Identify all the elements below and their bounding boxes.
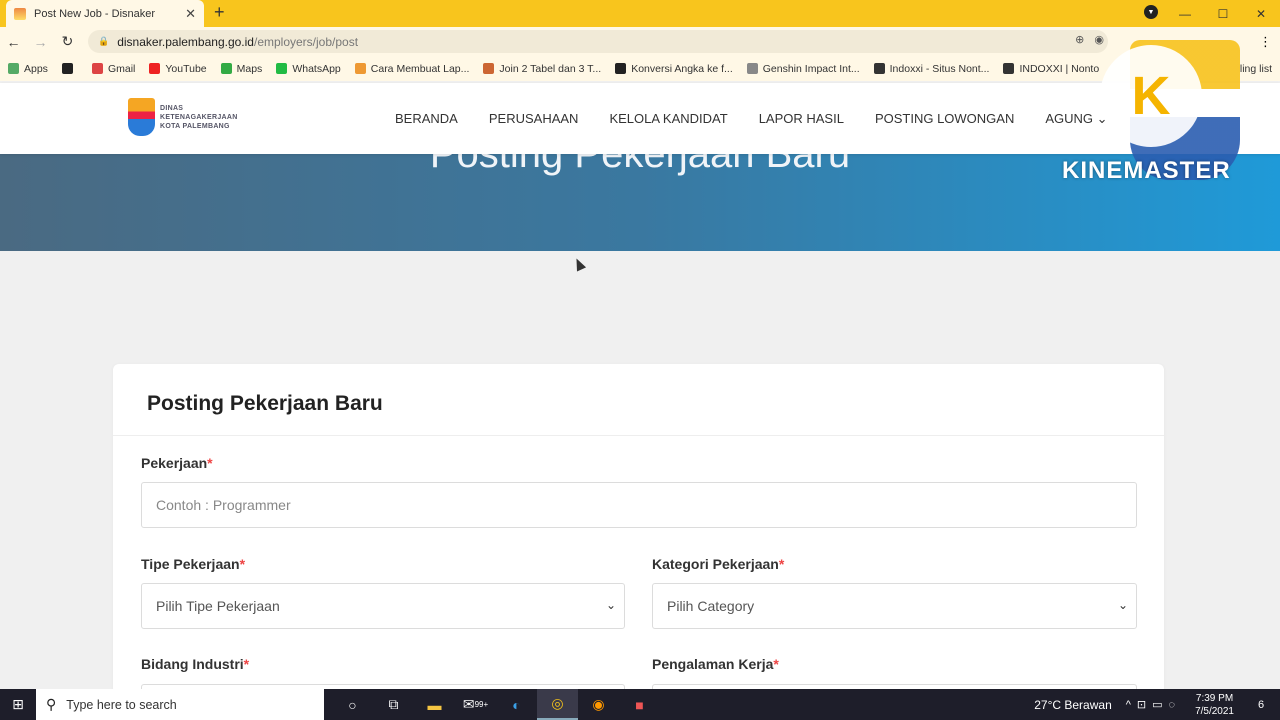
edge-icon[interactable]: ◐ [496,689,537,720]
bookmark-favicon-icon [149,63,161,74]
mouse-cursor-icon [571,256,587,272]
chevron-down-icon: ⌄ [1117,598,1128,612]
browser-tab[interactable]: Post New Job - Disnaker ✕ [6,0,204,27]
nav-kelola-kandidat[interactable]: KELOLA KANDIDAT [609,111,727,127]
bookmark-item[interactable]: Indoxxi - Situs Nont... [873,63,989,75]
windows-start-icon[interactable]: ⊞ [0,689,36,720]
job-label: Pekerjaan* [141,455,213,471]
weather-widget[interactable]: 27°C Berawan [1034,698,1112,712]
minimize-button[interactable]: — [1166,0,1204,27]
app-icon[interactable]: ■ [619,689,660,720]
lock-icon: 🔒 [98,36,110,46]
industry-label: Bidang Industri* [141,656,250,672]
job-title-input[interactable]: Contoh : Programmer [141,482,1137,528]
bookmark-favicon-icon [483,63,495,74]
back-arrow-icon[interactable]: ← [0,34,27,50]
job-category-select[interactable]: Pilih Category ⌄ [652,583,1137,629]
close-window-button[interactable]: ✕ [1242,0,1280,27]
bookmark-favicon-icon [354,63,366,74]
task-view-icon[interactable]: ⧉ [373,689,414,720]
nav-perusahaan[interactable]: PERUSAHAAN [489,111,579,127]
bookmark-item[interactable]: Genshin Impact Int... [746,63,860,75]
bookmark-item[interactable]: YouTube [149,63,207,75]
bookmark-item[interactable]: Join 2 Tabel dan 3 T... [483,63,601,75]
browser-2-icon[interactable]: ◉ [578,689,619,720]
browser-tab-strip: Post New Job - Disnaker ✕ + ▼ — ☐ ✕ [0,0,1280,27]
mail-icon[interactable]: ✉ 99+ [455,689,496,720]
bookmark-favicon-icon [276,63,288,74]
bookmark-favicon-icon [220,63,232,74]
bookmark-overflow[interactable]: ling list [1240,63,1272,75]
disnaker-favicon-icon [14,7,26,20]
zoom-icon[interactable]: ⊕ [1075,33,1084,46]
new-tab-button[interactable]: + [214,2,225,23]
bookmark-favicon-icon [873,63,885,74]
bookmark-item[interactable]: Gmail [91,63,135,75]
bookmark-favicon-icon [746,63,758,74]
bookmark-item[interactable]: WhatsApp [276,63,341,75]
site-logo[interactable]: DINAS KETENAGAKERJAAN KOTA PALEMBANG [128,98,238,136]
job-type-label: Tipe Pekerjaan* [141,556,246,572]
job-type-select[interactable]: Pilih Tipe Pekerjaan ⌄ [141,583,625,629]
bookmark-favicon-icon [8,63,19,74]
bookmarks-bar: Apps Gmail YouTube Maps WhatsApp Cara Membuat… [0,56,1280,81]
file-explorer-icon[interactable]: ▬ [414,689,455,720]
logo-line-2: KETENAGAKERJAAN [160,113,238,121]
job-category-label: Kategori Pekerjaan* [652,556,785,572]
logo-emblem-icon [128,98,155,136]
bookmark-favicon-icon [61,63,73,74]
browser-toolbar: ← → ↻ 🔒 disnaker.palembang.go.id/employe… [0,27,1280,56]
kinemaster-logo: K [1100,45,1202,147]
url-path: /employers/job/post [253,34,359,49]
notification-icon[interactable]: 6 [1248,699,1274,711]
bookmark-item[interactable] [61,63,78,74]
main-nav: BERANDA PERUSAHAAN KELOLA KANDIDAT LAPOR… [395,111,1139,127]
bookmark-item[interactable]: Apps [8,63,48,75]
nav-beranda[interactable]: BERANDA [395,111,458,127]
logo-line-3: KOTA PALEMBANG [160,122,230,130]
reload-icon[interactable]: ↻ [54,33,81,50]
bookmark-item[interactable]: Maps [220,63,262,75]
cortana-icon[interactable]: ○ [332,689,373,720]
tracking-icon[interactable]: ◉ [1094,33,1104,46]
menu-kebab-icon[interactable]: ⋮ [1259,34,1272,50]
tab-title: Post New Job - Disnaker [34,7,156,20]
search-icon: ⚲ [46,696,57,712]
address-bar[interactable]: 🔒 disnaker.palembang.go.id/employers/job… [88,30,1108,53]
chrome-icon[interactable]: ◎ [537,689,578,720]
chevron-down-icon: ⌄ [605,598,616,612]
logo-line-1: DINAS [160,104,184,112]
taskbar-search[interactable]: ⚲ Type here to search [36,689,324,720]
bookmark-favicon-icon [1003,63,1015,74]
nav-lapor-hasil[interactable]: LAPOR HASIL [759,111,844,127]
profile-icon[interactable]: ▼ [1144,5,1158,19]
job-post-form: Posting Pekerjaan Baru Pekerjaan* Contoh… [113,364,1164,694]
form-title: Posting Pekerjaan Baru [147,392,383,415]
clock[interactable]: 7:39 PM 7/5/2021 [1195,692,1234,718]
experience-label: Pengalaman Kerja* [652,656,779,672]
bookmark-item[interactable]: Cara Membuat Lap... [354,63,469,75]
kinemaster-watermark: KINEMASTER [1062,157,1231,184]
system-tray-icons[interactable]: ^⊡▭◌ [1126,698,1181,711]
url-host: disnaker.palembang.go.id [117,34,254,49]
bookmark-item[interactable]: INDOXXI | Nonto [1003,63,1099,75]
windows-taskbar: ⊞ ⚲ Type here to search ○ ⧉ ▬ ✉ 99+ ◐ ◎ ◉… [0,689,1280,720]
bookmark-favicon-icon [91,63,103,74]
nav-posting-lowongan[interactable]: POSTING LOWONGAN [875,111,1014,127]
site-header: DINAS KETENAGAKERJAAN KOTA PALEMBANG BER… [0,83,1280,154]
forward-arrow-icon[interactable]: → [27,34,54,50]
bookmark-item[interactable]: Konversi Angka ke f... [615,63,733,75]
divider [113,435,1164,436]
bookmark-favicon-icon [615,63,627,74]
maximize-button[interactable]: ☐ [1204,0,1242,27]
nav-user-menu[interactable]: AGUNG ⌄ [1045,111,1107,127]
close-tab-icon[interactable]: ✕ [185,6,196,22]
